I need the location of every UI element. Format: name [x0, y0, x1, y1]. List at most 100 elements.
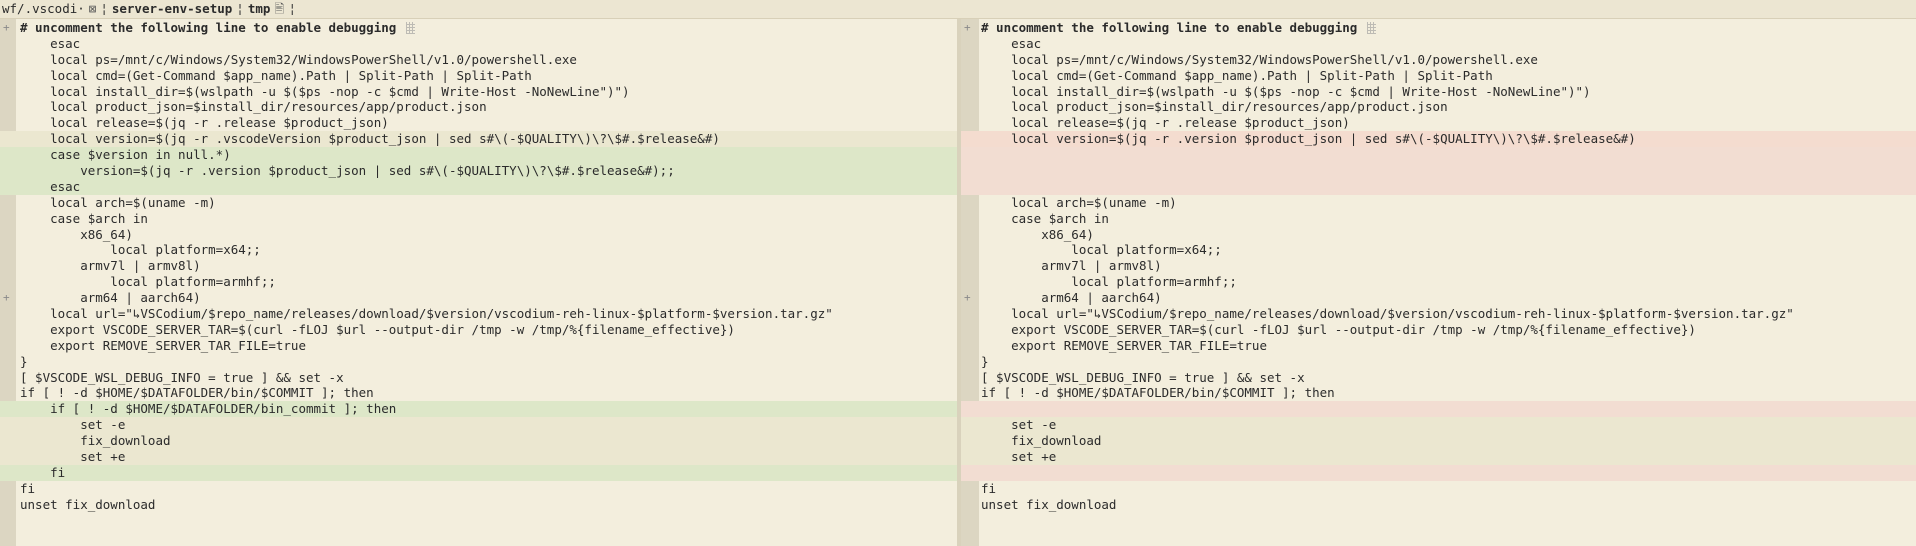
code-text: # uncomment the following line to enable…: [20, 20, 397, 35]
code-line[interactable]: if [ ! -d $HOME/$DATAFOLDER/bin_commit ]…: [0, 401, 957, 418]
code-text: export REMOVE_SERVER_TAR_FILE=true: [20, 337, 306, 353]
code-line[interactable]: esac: [0, 36, 957, 52]
code-text: case $arch in: [981, 210, 1109, 226]
code-line[interactable]: }: [961, 354, 1916, 370]
code-text: set +e: [20, 449, 126, 465]
file-icon: 🖹: [274, 1, 285, 16]
code-line[interactable]: local platform=armhf;;: [0, 274, 957, 290]
code-line[interactable]: + # uncomment the following line to enabl…: [0, 20, 957, 36]
code-line[interactable]: fi: [961, 481, 1916, 497]
code-line[interactable]: local url="↳VSCodium/$repo_name/releases…: [0, 306, 957, 322]
diff-pane-left[interactable]: + # uncomment the following line to enabl…: [0, 19, 957, 546]
code-line[interactable]: case $version in null.*): [0, 147, 957, 164]
code-text: local platform=x64;;: [20, 242, 261, 258]
code-line[interactable]: + arm64 | aarch64): [961, 290, 1916, 306]
code-text: set -e: [20, 417, 126, 433]
code-line[interactable]: export REMOVE_SERVER_TAR_FILE=true: [0, 338, 957, 354]
cursor-block-icon: [406, 22, 415, 34]
code-line[interactable]: set +e: [961, 449, 1916, 465]
code-text: local arch=$(uname -m): [20, 194, 216, 210]
code-text: local ps=/mnt/c/Windows/System32/Windows…: [20, 51, 577, 67]
code-line[interactable]: [961, 464, 1916, 481]
code-line[interactable]: local arch=$(uname -m): [961, 195, 1916, 211]
code-line[interactable]: unset fix_download: [961, 497, 1916, 513]
code-line[interactable]: set -e: [961, 417, 1916, 434]
code-line[interactable]: local cmd=(Get-Command $app_name).Path |…: [0, 68, 957, 84]
code-line[interactable]: if [ ! -d $HOME/$DATAFOLDER/bin/$COMMIT …: [961, 385, 1916, 401]
code-text: armv7l | armv8l): [20, 258, 201, 274]
code-line[interactable]: fi: [0, 481, 957, 497]
code-line[interactable]: }: [0, 354, 957, 370]
code-text: [ $VSCODE_WSL_DEBUG_INFO = true ] && set…: [981, 369, 1305, 385]
status-separator: ¦: [100, 1, 108, 16]
code-line[interactable]: export REMOVE_SERVER_TAR_FILE=true: [961, 338, 1916, 354]
code-line[interactable]: export VSCODE_SERVER_TAR=$(curl -fLOJ $u…: [0, 322, 957, 338]
code-line[interactable]: version=$(jq -r .version $product_json |…: [0, 163, 957, 179]
code-line[interactable]: local version=$(jq -r .version $product_…: [961, 131, 1916, 148]
code-line[interactable]: armv7l | armv8l): [0, 258, 957, 274]
code-line[interactable]: esac: [0, 178, 957, 195]
code-text: local install_dir=$(wslpath -u $($ps -no…: [981, 83, 1591, 99]
code-line[interactable]: fix_download: [0, 433, 957, 450]
code-line[interactable]: [961, 401, 1916, 418]
code-line[interactable]: [961, 178, 1916, 195]
code-line[interactable]: local install_dir=$(wslpath -u $($ps -no…: [961, 84, 1916, 100]
code-text: local release=$(jq -r .release $product_…: [981, 115, 1350, 131]
code-line[interactable]: set -e: [0, 417, 957, 434]
code-line[interactable]: x86_64): [0, 227, 957, 243]
code-line[interactable]: local product_json=$install_dir/resource…: [961, 99, 1916, 115]
code-text: local url="↳VSCodium/$repo_name/releases…: [20, 306, 833, 322]
code-line[interactable]: [961, 163, 1916, 179]
code-line[interactable]: local arch=$(uname -m): [0, 195, 957, 211]
code-text: local cmd=(Get-Command $app_name).Path |…: [981, 67, 1493, 83]
code-line[interactable]: fi: [0, 464, 957, 481]
code-line[interactable]: local platform=armhf;;: [961, 274, 1916, 290]
code-line[interactable]: + # uncomment the following line to enabl…: [961, 20, 1916, 36]
code-line[interactable]: export VSCODE_SERVER_TAR=$(curl -fLOJ $u…: [961, 322, 1916, 338]
code-line[interactable]: local release=$(jq -r .release $product_…: [0, 115, 957, 131]
code-line[interactable]: set +e: [0, 449, 957, 465]
code-line[interactable]: local url="↳VSCodium/$repo_name/releases…: [961, 306, 1916, 322]
code-line[interactable]: [ $VSCODE_WSL_DEBUG_INFO = true ] && set…: [961, 370, 1916, 386]
code-line[interactable]: x86_64): [961, 227, 1916, 243]
code-line[interactable]: armv7l | armv8l): [961, 258, 1916, 274]
code-line[interactable]: local install_dir=$(wslpath -u $($ps -no…: [0, 84, 957, 100]
code-text: esac: [981, 35, 1042, 51]
code-text: armv7l | armv8l): [981, 258, 1162, 274]
code-text: }: [20, 353, 28, 369]
code-line[interactable]: unset fix_download: [0, 497, 957, 513]
code-text: arm64 | aarch64): [981, 290, 1162, 306]
code-text: local version=$(jq -r .version $product_…: [981, 131, 1636, 147]
code-line[interactable]: local version=$(jq -r .vscodeVersion $pr…: [0, 131, 957, 148]
code-line[interactable]: local release=$(jq -r .release $product_…: [961, 115, 1916, 131]
code-text: local version=$(jq -r .vscodeVersion $pr…: [20, 131, 720, 147]
code-line[interactable]: case $arch in: [0, 211, 957, 227]
code-line[interactable]: local cmd=(Get-Command $app_name).Path |…: [961, 68, 1916, 84]
code-text: set +e: [981, 449, 1057, 465]
code-line[interactable]: esac: [961, 36, 1916, 52]
code-text: x86_64): [20, 226, 133, 242]
code-text: local arch=$(uname -m): [981, 194, 1177, 210]
code-line[interactable]: if [ ! -d $HOME/$DATAFOLDER/bin/$COMMIT …: [0, 385, 957, 401]
code-line[interactable]: fix_download: [961, 433, 1916, 450]
git-branch-name: server-env-setup: [111, 1, 233, 16]
code-line[interactable]: local product_json=$install_dir/resource…: [0, 99, 957, 115]
code-text: x86_64): [981, 226, 1094, 242]
code-text: local platform=x64;;: [981, 242, 1222, 258]
code-line[interactable]: + arm64 | aarch64): [0, 290, 957, 306]
code-text: case $arch in: [20, 210, 148, 226]
code-text: export VSCODE_SERVER_TAR=$(curl -fLOJ $u…: [981, 321, 1696, 337]
fold-marker: +: [964, 21, 971, 34]
code-lines: + # uncomment the following line to enabl…: [961, 20, 1916, 513]
code-text: local ps=/mnt/c/Windows/System32/Windows…: [981, 51, 1538, 67]
diff-pane-right[interactable]: + # uncomment the following line to enabl…: [961, 19, 1916, 546]
code-line[interactable]: case $arch in: [961, 211, 1916, 227]
code-text: if [ ! -d $HOME/$DATAFOLDER/bin_commit ]…: [20, 401, 397, 417]
code-text: local install_dir=$(wslpath -u $($ps -no…: [20, 83, 630, 99]
code-line[interactable]: local platform=x64;;: [961, 242, 1916, 258]
code-line[interactable]: local platform=x64;;: [0, 242, 957, 258]
code-line[interactable]: local ps=/mnt/c/Windows/System32/Windows…: [961, 52, 1916, 68]
code-line[interactable]: [961, 147, 1916, 164]
code-line[interactable]: [ $VSCODE_WSL_DEBUG_INFO = true ] && set…: [0, 370, 957, 386]
code-line[interactable]: local ps=/mnt/c/Windows/System32/Windows…: [0, 52, 957, 68]
